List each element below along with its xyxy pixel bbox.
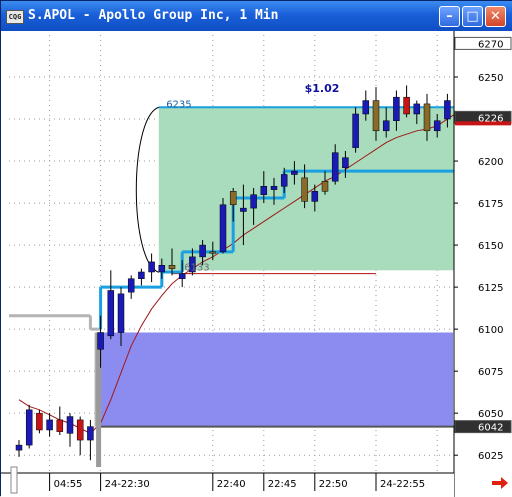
time-tick-label: 22:45 bbox=[268, 479, 297, 490]
annotation-label: 6235 bbox=[166, 99, 191, 110]
candle-body bbox=[291, 170, 298, 175]
candle-body bbox=[321, 180, 329, 192]
price-tick-label: 6050 bbox=[478, 409, 503, 420]
candle-body bbox=[178, 273, 186, 279]
time-tick-label: 22:40 bbox=[217, 479, 246, 490]
candle-body bbox=[15, 444, 23, 451]
candle-body bbox=[87, 426, 94, 441]
candle-body bbox=[240, 207, 247, 212]
chart-window: CQG S.APOL - Apollo Group Inc, 1 Min – □… bbox=[0, 0, 512, 497]
time-tick-label: 24-22:55 bbox=[380, 479, 425, 490]
candle-body bbox=[280, 174, 288, 187]
price-tick-label: 6175 bbox=[478, 199, 503, 210]
window-title: S.APOL - Apollo Group Inc, 1 Min bbox=[28, 8, 279, 23]
title-bar[interactable]: CQG S.APOL - Apollo Group Inc, 1 Min – □… bbox=[1, 1, 512, 31]
candle-body bbox=[46, 419, 53, 431]
candle-body bbox=[209, 251, 217, 254]
candle-body bbox=[127, 278, 135, 293]
price-marker-label: 6042 bbox=[478, 423, 503, 434]
time-tick-label: 24-22:30 bbox=[105, 479, 150, 490]
candle-body bbox=[382, 120, 390, 132]
candle-body bbox=[270, 186, 278, 190]
close-icon: ✕ bbox=[490, 9, 501, 24]
candle-body bbox=[352, 113, 359, 148]
candle-body bbox=[372, 100, 380, 132]
price-marker-label: 6226 bbox=[478, 113, 503, 124]
maximize-button[interactable]: □ bbox=[462, 6, 483, 27]
annotation-label: $1.02 bbox=[305, 82, 340, 95]
time-tick-label: 04:55 bbox=[54, 479, 83, 490]
minimize-button[interactable]: – bbox=[439, 6, 460, 27]
candle-body bbox=[158, 265, 166, 273]
scroll-right-icon[interactable] bbox=[490, 475, 510, 491]
chart-app-icon: CQG bbox=[6, 10, 24, 24]
candle-body bbox=[229, 191, 237, 206]
candle-body bbox=[107, 290, 115, 337]
maximize-icon: □ bbox=[466, 9, 479, 24]
candle-body bbox=[148, 261, 155, 273]
scroll-handle bbox=[10, 466, 18, 494]
candle-body bbox=[413, 103, 421, 115]
candle-body bbox=[168, 265, 176, 269]
price-tick-label: 6250 bbox=[478, 73, 503, 84]
close-button[interactable]: ✕ bbox=[485, 6, 506, 27]
price-marker-label: 6270 bbox=[478, 39, 503, 50]
candle-body bbox=[199, 244, 206, 258]
candle-body bbox=[66, 416, 74, 434]
candle-body bbox=[36, 412, 43, 431]
price-tick-label: 6025 bbox=[478, 451, 503, 462]
candle-body bbox=[219, 204, 227, 253]
blue-zone bbox=[98, 332, 453, 427]
candle-body bbox=[56, 419, 64, 432]
candle-body bbox=[25, 409, 33, 446]
price-axis[interactable]: 6025 6050 6075 6100 6125 6150 6175 6200 6250 6270… bbox=[453, 31, 512, 497]
price-tick-label: 6125 bbox=[478, 283, 503, 294]
candle-body bbox=[311, 191, 319, 202]
candle-body bbox=[260, 186, 268, 195]
price-tick-label: 6100 bbox=[478, 325, 503, 336]
candle-body bbox=[97, 332, 104, 350]
annotation-label: 6133 bbox=[184, 262, 209, 273]
candle-body bbox=[403, 96, 410, 115]
candle-body bbox=[362, 100, 370, 115]
candle-body bbox=[301, 177, 308, 202]
minimize-icon: – bbox=[446, 9, 453, 24]
candle-body bbox=[393, 96, 400, 121]
price-tick-label: 6075 bbox=[478, 367, 503, 378]
candle-body bbox=[331, 152, 339, 182]
candle-body bbox=[342, 157, 349, 169]
candle-body bbox=[433, 120, 441, 132]
price-tick-label: 6200 bbox=[478, 157, 503, 168]
candle-body bbox=[138, 271, 145, 279]
candle-body bbox=[117, 293, 125, 333]
candle-body bbox=[423, 103, 431, 132]
candle-body bbox=[76, 419, 84, 441]
time-tick-label: 22:50 bbox=[319, 479, 348, 490]
price-tick-label: 6150 bbox=[478, 241, 503, 252]
price-chart[interactable]: 6235 $1.02 6133 6025 6050 6075 6100 6125 6150 61… bbox=[1, 31, 512, 497]
candle-body bbox=[250, 194, 257, 209]
candle-body bbox=[444, 100, 451, 120]
